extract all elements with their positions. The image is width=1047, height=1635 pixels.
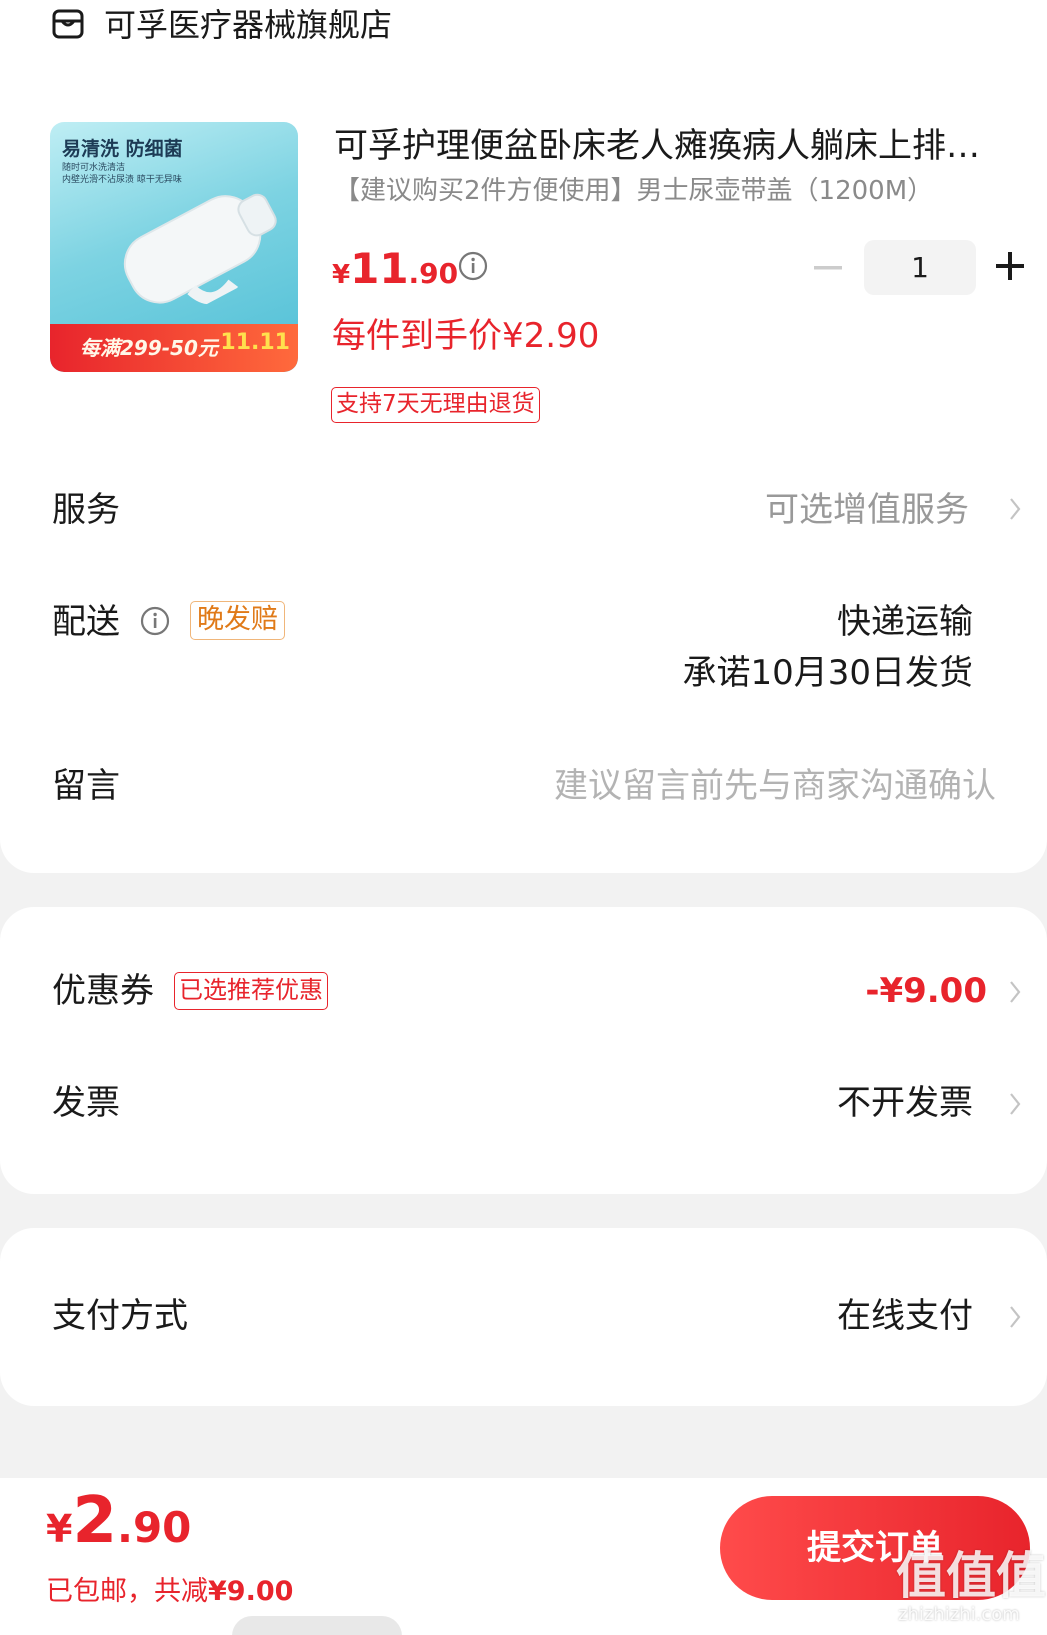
watermark-logo: 值值值 [896,1547,1046,1605]
invoice-value[interactable]: 不开发票 [837,1081,973,1125]
quantity-increase-button[interactable] [994,250,1026,282]
watermark-url: zhizhizhi.com [898,1604,1020,1625]
image-subline-2: 内壁光滑不沾尿渍 晾干无异味 [62,175,182,185]
message-label: 留言 [52,766,120,806]
service-value[interactable]: 可选增值服务 [765,488,969,532]
shipping-method: 快递运输 [837,602,973,642]
total-integer: 2 [72,1484,117,1558]
message-input[interactable] [440,762,996,810]
late-delivery-compensation-badge: 晚发赔 [190,601,285,640]
summary-prefix: 已包邮，共减 [46,1576,208,1607]
product-price: ¥11.90 [332,244,458,303]
price-decimal: .90 [408,257,459,290]
shipping-label: 配送 [52,602,120,642]
coupon-label: 优惠券 [52,971,154,1011]
total-currency: ¥ [46,1507,73,1551]
chevron-right-icon[interactable] [1008,496,1022,522]
unit-final-price: 每件到手价¥2.90 [332,316,600,356]
shipping-info-icon[interactable] [140,606,170,636]
service-label: 服务 [52,490,120,530]
order-total-price: ¥2.90 [46,1486,191,1572]
chevron-right-icon[interactable] [1008,1304,1022,1330]
price-info-icon[interactable] [458,251,488,281]
total-decimal: .90 [116,1503,192,1552]
product-image[interactable]: 易清洗 防细菌 随时可水洗清洁 内壁光滑不沾尿渍 晾干无异味 每满299-50元… [50,122,298,372]
chevron-right-icon[interactable] [1008,1091,1022,1117]
order-summary: 已包邮，共减¥9.00 [46,1574,293,1610]
shipping-promise-date: 承诺10月30日发货 [682,653,973,693]
coupon-discount-value[interactable]: -¥9.00 [865,969,987,1013]
quantity-decrease-button[interactable] [812,254,844,282]
price-currency: ¥ [332,260,351,290]
chevron-right-icon[interactable] [1008,979,1022,1005]
price-integer: 11 [350,244,409,293]
quantity-value[interactable]: 1 [864,240,976,295]
payment-label: 支付方式 [52,1296,188,1336]
return-policy-badge: 支持7天无理由退货 [331,387,540,423]
store-icon [52,9,84,39]
image-promo-text: 每满299-50元 [80,336,218,360]
product-title[interactable]: 可孚护理便盆卧床老人瘫痪病人躺床上排… [334,124,1014,168]
home-indicator [232,1616,402,1635]
payment-method-value[interactable]: 在线支付 [837,1294,973,1338]
store-name[interactable]: 可孚医疗器械旗舰店 [104,5,392,45]
image-promo-banner: 每满299-50元 11.11 [50,324,298,372]
summary-discount-amount: ¥9.00 [208,1576,294,1607]
discount-card [0,907,1047,1194]
coupon-selected-badge: 已选推荐优惠 [174,972,328,1010]
product-spec[interactable]: 【建议购买2件方便使用】男士尿壶带盖（1200M） [334,173,933,209]
invoice-label: 发票 [52,1083,120,1123]
image-subline-1: 随时可水洗清洁 [62,163,126,173]
image-headline: 易清洗 防细菌 [62,138,183,160]
image-subline: 随时可水洗清洁 内壁光滑不沾尿渍 晾干无异味 [62,162,182,186]
image-event-logo: 11.11 [220,330,290,355]
